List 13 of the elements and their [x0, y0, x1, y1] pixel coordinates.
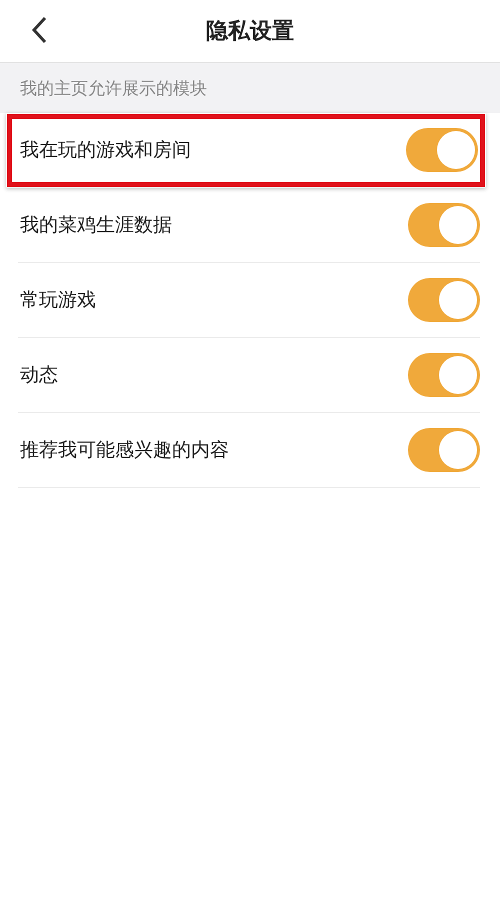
toggle-switch[interactable]: [408, 203, 480, 247]
back-icon: [31, 16, 47, 44]
setting-label: 我在玩的游戏和房间: [20, 138, 191, 163]
setting-label: 常玩游戏: [20, 288, 96, 313]
page-title: 隐私设置: [206, 18, 294, 46]
section-title: 我的主页允许展示的模块: [20, 78, 207, 100]
toggle-switch[interactable]: [408, 278, 480, 322]
setting-label: 推荐我可能感兴趣的内容: [20, 438, 229, 463]
toggle-switch[interactable]: [408, 353, 480, 397]
setting-label: 我的菜鸡生涯数据: [20, 213, 172, 238]
setting-label: 动态: [20, 363, 58, 388]
toggle-switch[interactable]: [406, 128, 478, 172]
toggle-switch[interactable]: [408, 428, 480, 472]
